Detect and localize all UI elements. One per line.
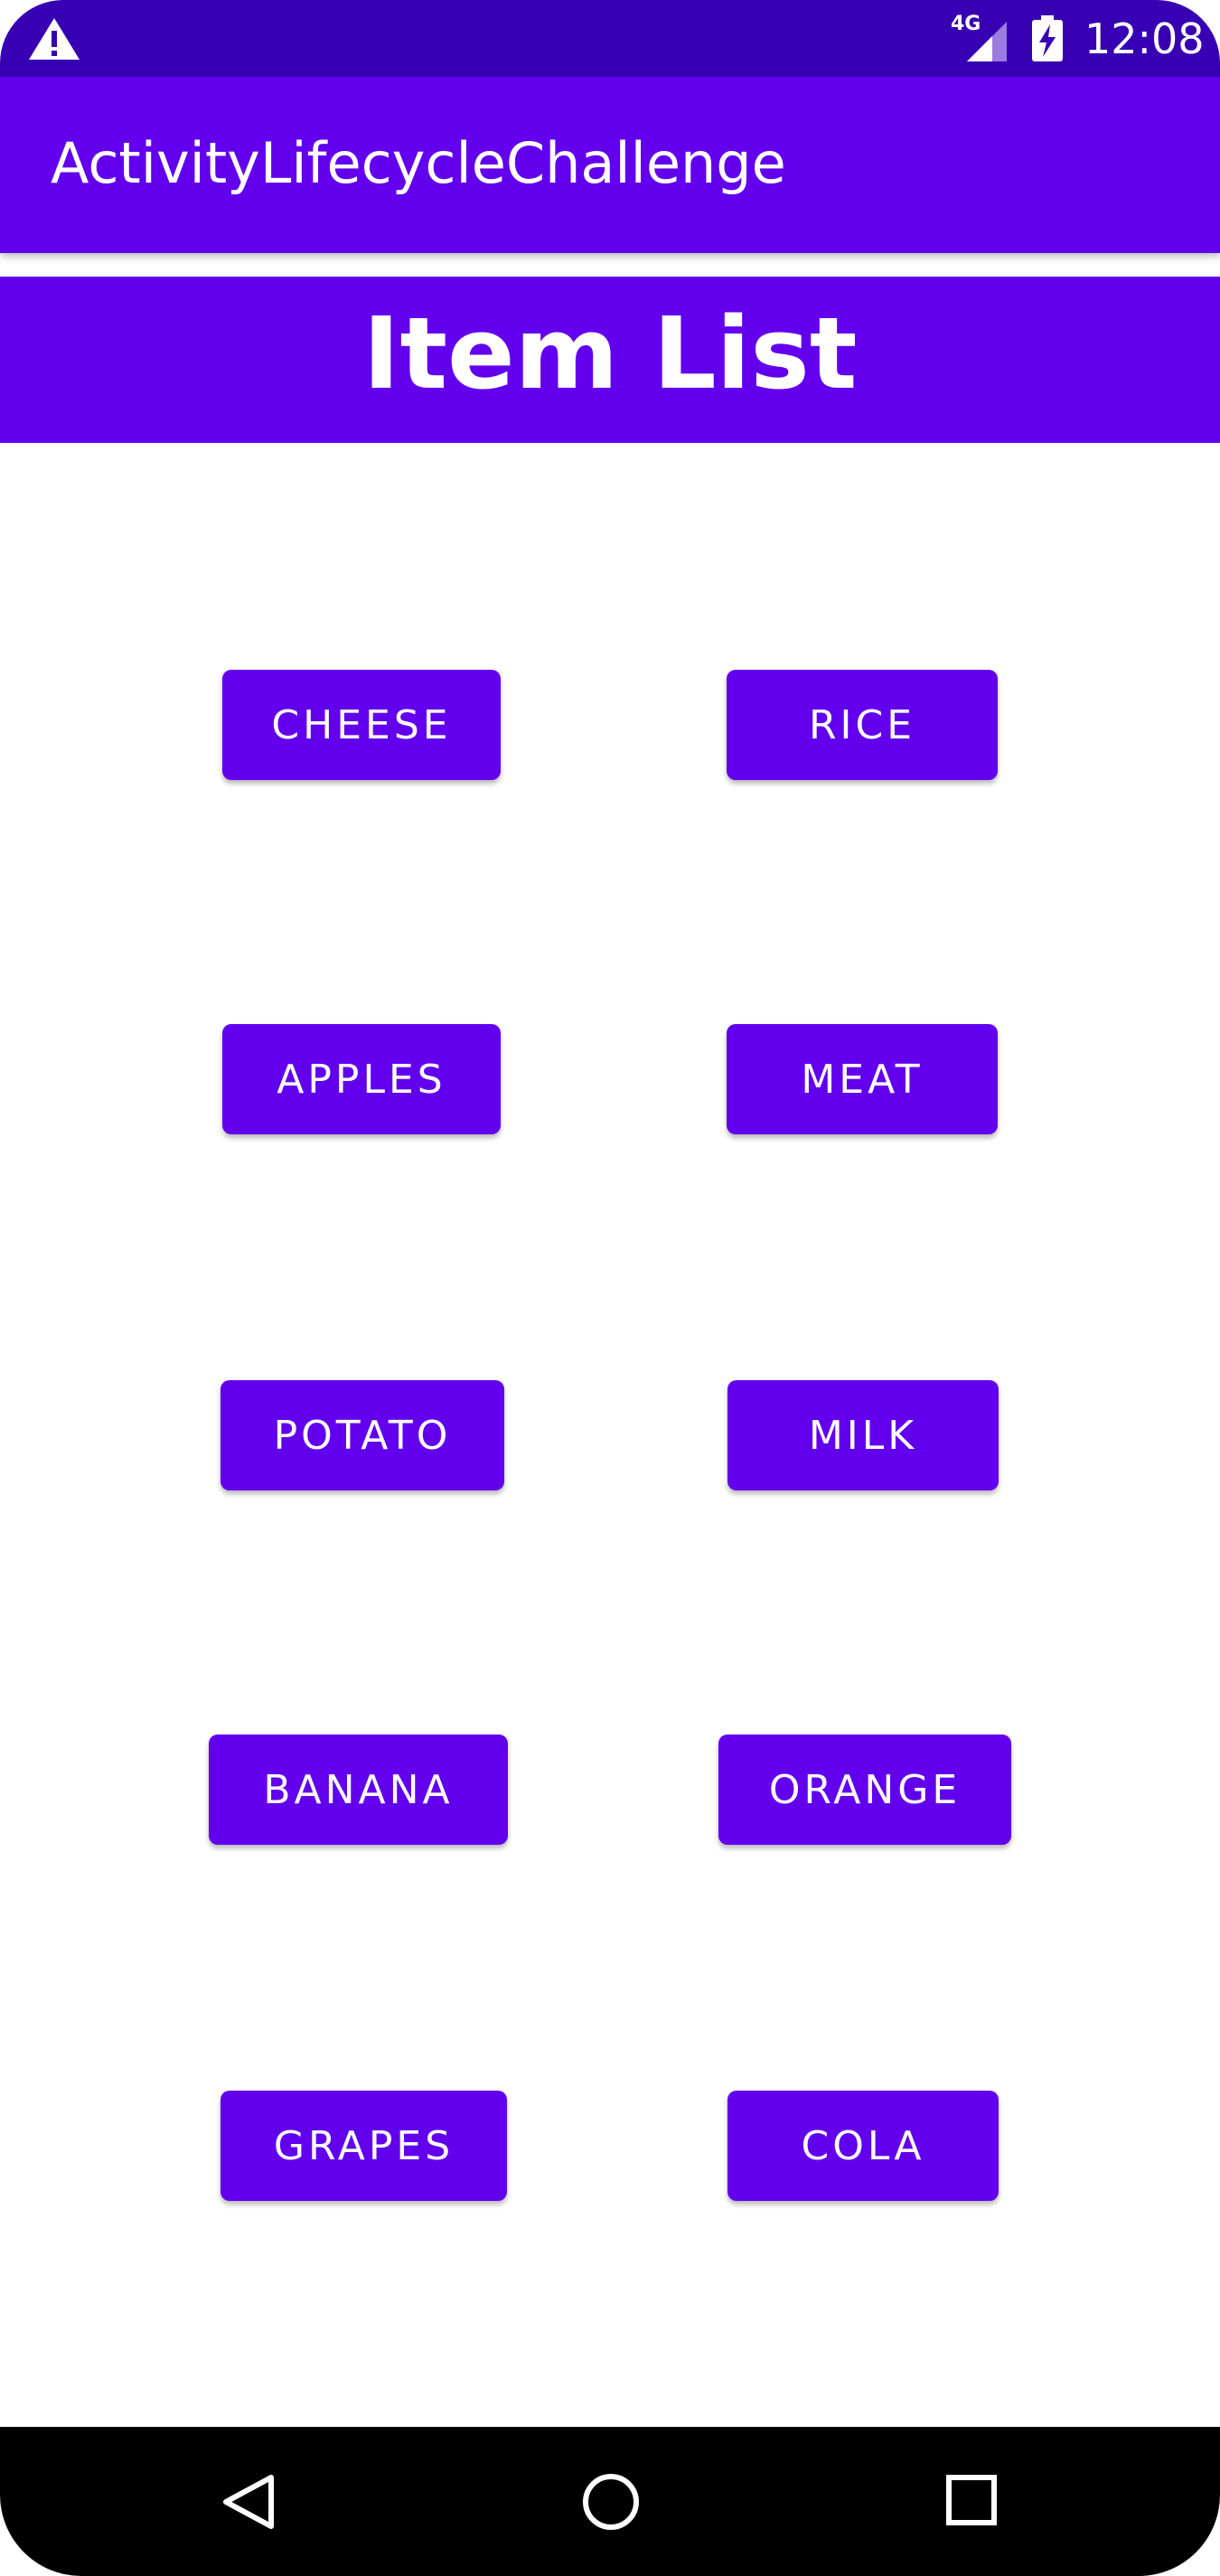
- home-icon[interactable]: [581, 2472, 641, 2532]
- item-button-cheese[interactable]: CHEESE: [222, 670, 501, 780]
- item-button-meat[interactable]: MEAT: [727, 1024, 998, 1134]
- item-button-rice[interactable]: RICE: [727, 670, 998, 780]
- item-button-apples[interactable]: APPLES: [222, 1024, 501, 1134]
- navigation-bar: [0, 2427, 1220, 2576]
- item-button-milk[interactable]: MILK: [727, 1380, 999, 1490]
- item-button-potato[interactable]: POTATO: [221, 1380, 504, 1490]
- cell-signal-icon: [967, 22, 1007, 61]
- clock: 12:08: [1084, 14, 1205, 63]
- back-icon[interactable]: [221, 2472, 277, 2532]
- item-list-header: Item List: [0, 277, 1220, 443]
- item-button-orange[interactable]: ORANGE: [718, 1735, 1011, 1845]
- app-title: ActivityLifecycleChallenge: [51, 130, 786, 196]
- item-button-banana[interactable]: BANANA: [209, 1735, 508, 1845]
- warning-icon: [29, 18, 80, 60]
- page-title: Item List: [362, 296, 858, 411]
- recents-icon[interactable]: [945, 2474, 998, 2526]
- item-button-grapes[interactable]: GRAPES: [221, 2091, 507, 2201]
- status-bar: 4G 12:08: [0, 0, 1220, 77]
- item-button-cola[interactable]: COLA: [727, 2091, 999, 2201]
- battery-charging-icon: [1032, 15, 1063, 61]
- app-bar: ActivityLifecycleChallenge: [0, 77, 1220, 253]
